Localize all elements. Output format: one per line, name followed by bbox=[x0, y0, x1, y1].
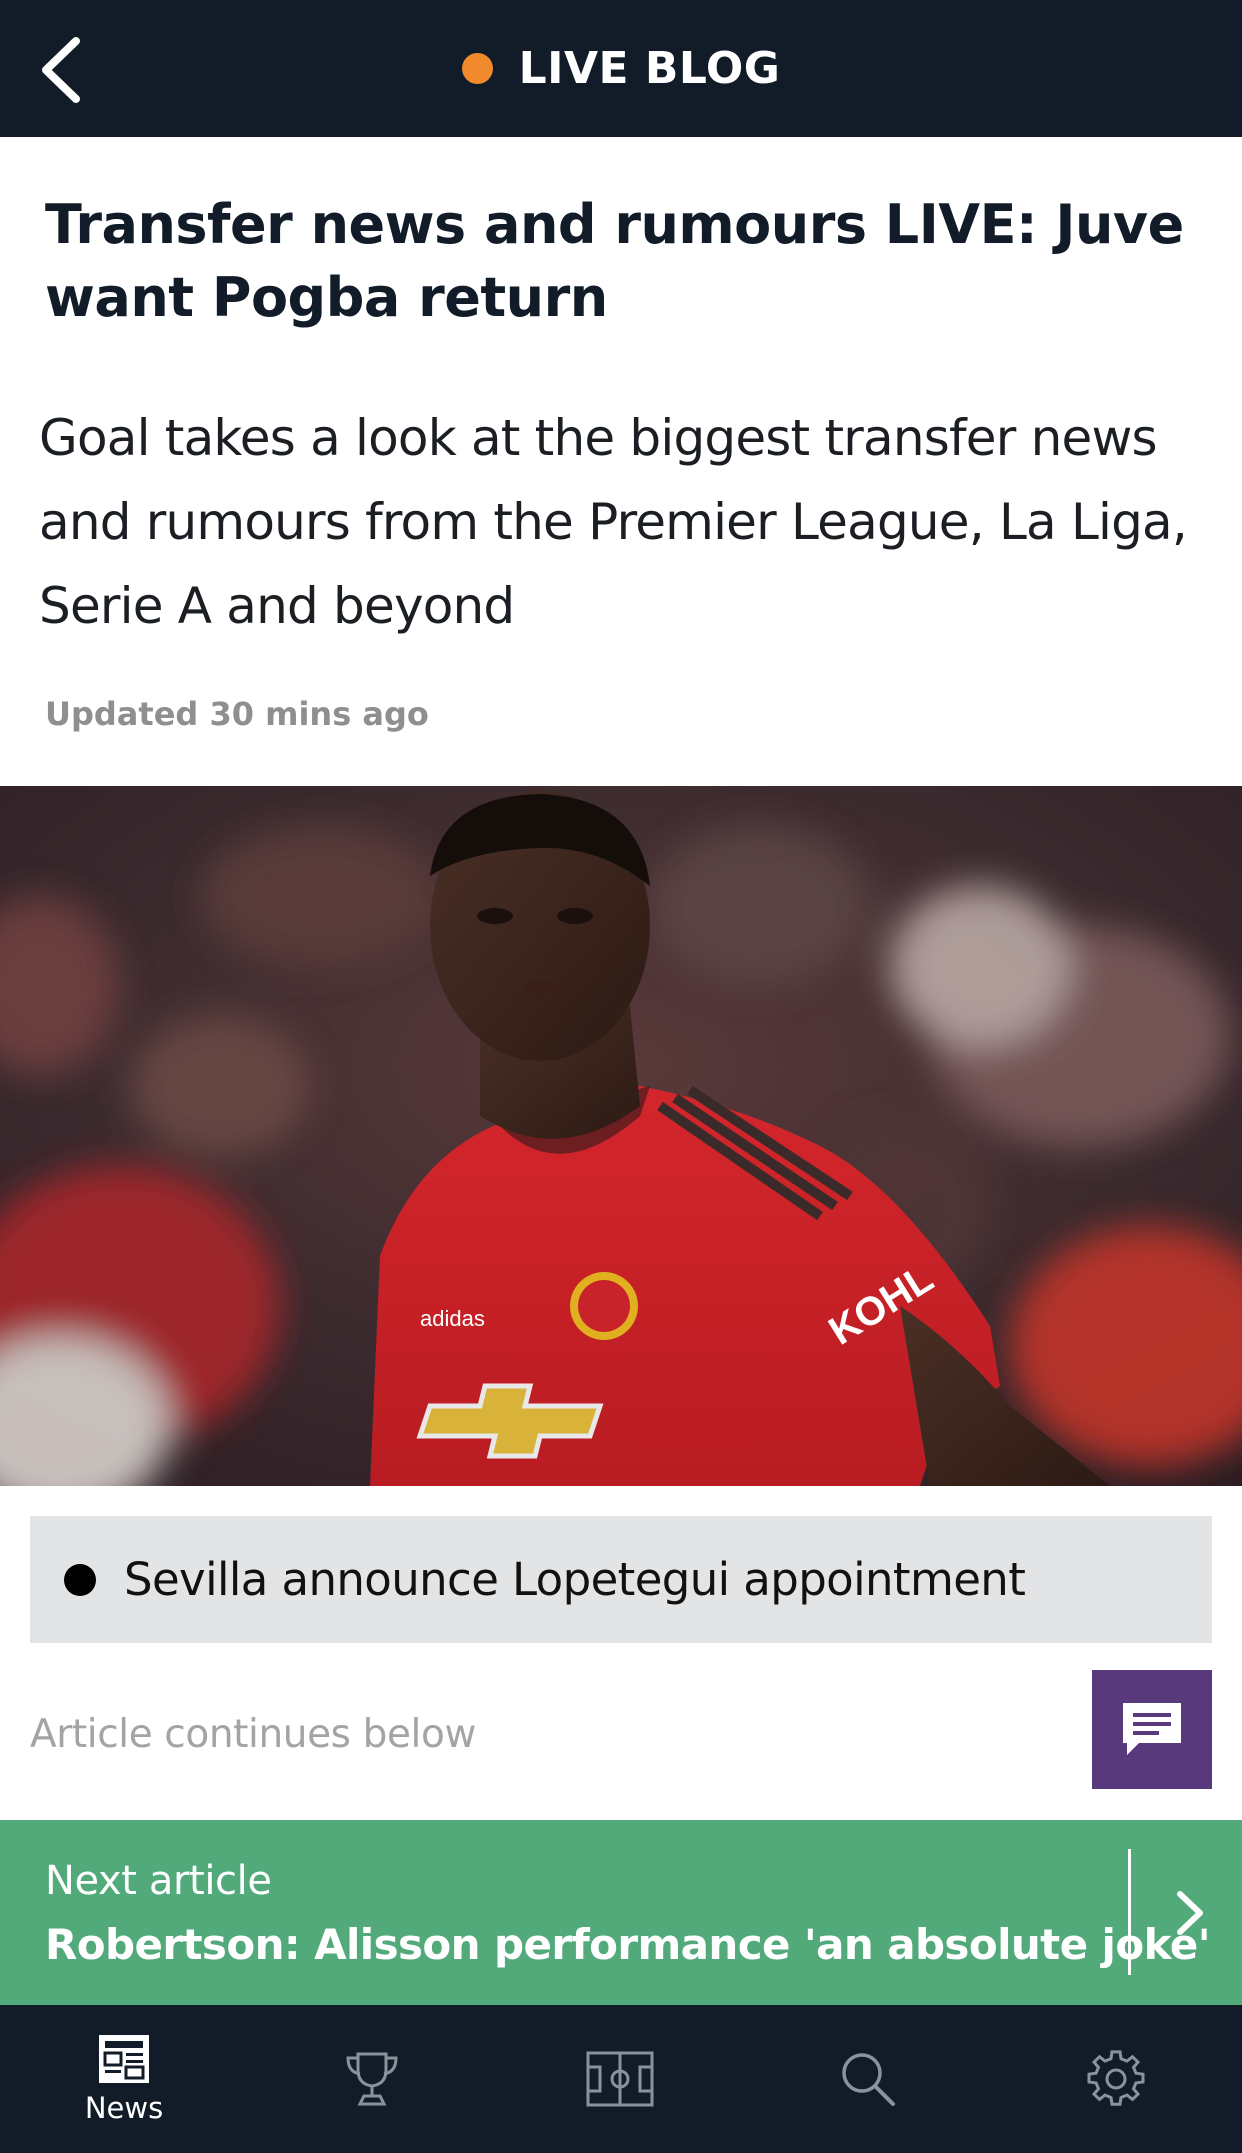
bottom-navigation: News bbox=[0, 2005, 1242, 2153]
svg-text:adidas: adidas bbox=[420, 1306, 485, 1331]
pitch-icon bbox=[586, 2051, 654, 2107]
key-event-text: Sevilla announce Lopetegui appointment bbox=[124, 1553, 1026, 1606]
gear-icon bbox=[1087, 2050, 1145, 2106]
news-icon bbox=[99, 2035, 149, 2083]
bullet-icon bbox=[64, 1563, 96, 1596]
next-article-title: Robertson: Alisson performance 'an absol… bbox=[45, 1920, 1211, 1969]
nav-item-settings[interactable] bbox=[992, 2005, 1240, 2153]
search-icon bbox=[842, 2053, 895, 2106]
nav-item-competitions[interactable] bbox=[248, 2005, 496, 2153]
divider bbox=[1128, 1849, 1131, 1975]
nav-label-news: News bbox=[84, 2091, 164, 2125]
updated-timestamp: Updated 30 mins ago bbox=[45, 695, 429, 733]
live-indicator-dot bbox=[461, 53, 493, 84]
nav-item-matches[interactable] bbox=[496, 2005, 744, 2153]
live-blog-label: LIVE BLOG bbox=[518, 43, 781, 94]
next-article-label: Next article bbox=[45, 1858, 272, 1904]
article-standfirst: Goal takes a look at the biggest transfe… bbox=[39, 409, 1188, 635]
article-headline: Transfer news and rumours LIVE: Juve wan… bbox=[45, 193, 1184, 329]
hero-image: adidas KOHL bbox=[0, 786, 1242, 1486]
nav-item-search[interactable] bbox=[744, 2005, 992, 2153]
live-blog-title: LIVE BLOG bbox=[0, 0, 1242, 137]
chevron-right-icon bbox=[1177, 1890, 1203, 1935]
nav-item-news[interactable]: News bbox=[0, 2005, 248, 2153]
comment-button[interactable] bbox=[1092, 1670, 1212, 1789]
next-article-button[interactable] bbox=[1150, 1860, 1230, 1965]
top-bar: LIVE BLOG bbox=[0, 0, 1242, 137]
comment-icon bbox=[1123, 1702, 1181, 1755]
next-article-banner[interactable]: Next article Robertson: Alisson performa… bbox=[0, 1820, 1242, 2005]
trophy-icon bbox=[346, 2052, 398, 2106]
article-continues-label: Article continues below bbox=[30, 1712, 476, 1757]
key-event-box[interactable]: Sevilla announce Lopetegui appointment bbox=[30, 1516, 1212, 1643]
